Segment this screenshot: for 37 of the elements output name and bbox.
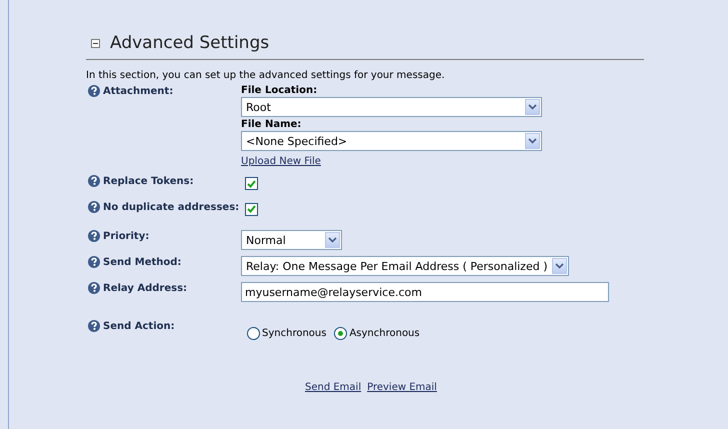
checkbox[interactable] xyxy=(245,202,258,216)
action-link[interactable]: Send Email xyxy=(305,382,362,393)
caret-icon xyxy=(525,99,540,115)
help-icon[interactable] xyxy=(88,200,100,212)
intro-text: In this section, you can set up the advanced settings for your message. xyxy=(86,69,446,82)
caret-icon xyxy=(325,232,340,248)
field-label: No duplicate addresses: xyxy=(103,200,240,214)
dropdown[interactable]: Relay: One Message Per Email Address ( Personalized ) xyxy=(241,256,568,276)
location-select[interactable]: Root xyxy=(241,97,542,117)
radio-label[interactable]: Asynchronous xyxy=(349,328,420,339)
help-icon[interactable] xyxy=(88,85,100,97)
field-label: File Location: xyxy=(241,85,318,97)
help-icon[interactable] xyxy=(88,256,100,268)
caret-icon xyxy=(525,133,540,149)
section-title: Advanced Settings xyxy=(110,33,270,53)
field-label: File Name: xyxy=(241,119,302,131)
relay-address-field[interactable]: myusername@relayservice.com xyxy=(241,282,609,302)
upload-link[interactable]: Upload New File xyxy=(241,156,321,167)
collapse-icon[interactable] xyxy=(91,38,100,48)
field-label: Send Action: xyxy=(103,320,175,333)
help-icon[interactable] xyxy=(88,230,100,242)
dropdown[interactable]: Normal xyxy=(241,230,342,250)
field-label: Relay Address: xyxy=(103,282,188,295)
field-label: Priority: xyxy=(103,230,150,243)
radio-button[interactable] xyxy=(334,327,348,340)
field-label: Attachment: xyxy=(103,85,174,98)
caret-icon xyxy=(552,258,566,274)
checkbox[interactable] xyxy=(245,177,258,190)
help-icon[interactable] xyxy=(88,175,100,187)
field-label: Replace Tokens: xyxy=(103,175,194,188)
file-select[interactable]: <None Specified> xyxy=(241,131,542,151)
help-icon[interactable] xyxy=(88,320,100,332)
field-label: Send Method: xyxy=(103,256,182,269)
radio-label[interactable]: Synchronous xyxy=(262,328,326,339)
action-link[interactable]: Preview Email xyxy=(367,382,437,393)
radio-button[interactable] xyxy=(247,327,260,340)
help-icon[interactable] xyxy=(88,282,100,294)
